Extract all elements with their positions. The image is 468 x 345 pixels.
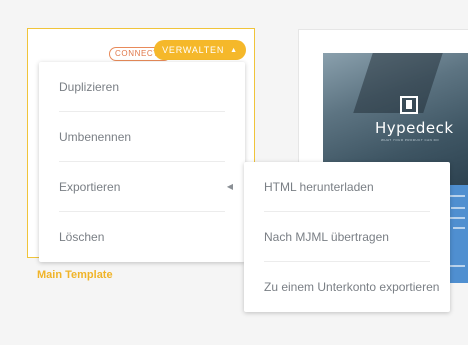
menu-item-label: Duplizieren [59,80,120,94]
menu-item-label: Exportieren [59,180,121,194]
caret-left-icon: ◀ [226,182,233,191]
template-context-menu: Duplizieren Umbenennen Exportieren ◀ Lös… [39,62,245,262]
submenu-item-transfer-mjml[interactable]: Nach MJML übertragen [244,212,450,262]
thumbnail-tagline: WHAT YOUR PRODUCT CAN DO [381,138,440,142]
menu-item-duplicate[interactable]: Duplizieren [39,62,245,112]
menu-item-label: Löschen [59,230,105,244]
submenu-item-label: Nach MJML übertragen [264,230,389,244]
template-name[interactable]: Main Template [37,269,113,281]
thumbnail-brand: Hypedeck [375,119,454,137]
submenu-item-download-html[interactable]: HTML herunterladen [244,162,450,212]
manage-button[interactable]: VERWALTEN ▲ [154,40,246,60]
menu-item-label: Umbenennen [59,130,132,144]
menu-item-rename[interactable]: Umbenennen [39,112,245,162]
chevron-up-icon: ▲ [230,47,238,54]
export-submenu: HTML herunterladen Nach MJML übertragen … [244,162,450,312]
brand-logo-icon [400,96,418,114]
submenu-item-export-subaccount[interactable]: Zu einem Unterkonto exportieren [244,262,450,312]
menu-item-delete[interactable]: Löschen [39,212,245,262]
submenu-item-label: HTML herunterladen [264,180,374,194]
manage-button-label: VERWALTEN [162,45,225,55]
submenu-item-label: Zu einem Unterkonto exportieren [264,280,440,294]
menu-item-export[interactable]: Exportieren ◀ [39,162,245,212]
